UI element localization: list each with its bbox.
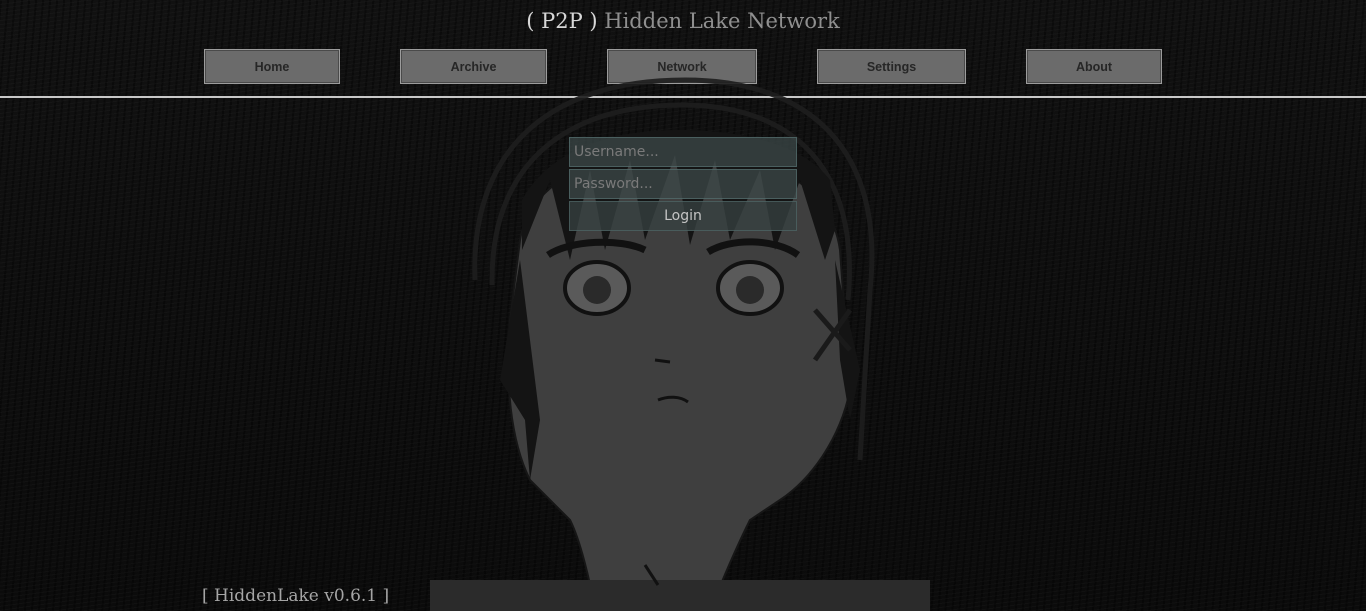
nav-about-button[interactable]: About — [1026, 49, 1162, 84]
title-prefix: ( P2P ) — [526, 9, 598, 33]
nav-home-button[interactable]: Home — [204, 49, 340, 84]
username-input[interactable] — [569, 137, 797, 167]
page-title: ( P2P ) Hidden Lake Network — [0, 9, 1366, 33]
login-button[interactable]: Login — [569, 201, 797, 231]
password-input[interactable] — [569, 169, 797, 199]
title-main: Hidden Lake Network — [604, 9, 840, 33]
version-label: [ HiddenLake v0.6.1 ] — [202, 586, 390, 606]
login-form: Login — [569, 137, 797, 231]
